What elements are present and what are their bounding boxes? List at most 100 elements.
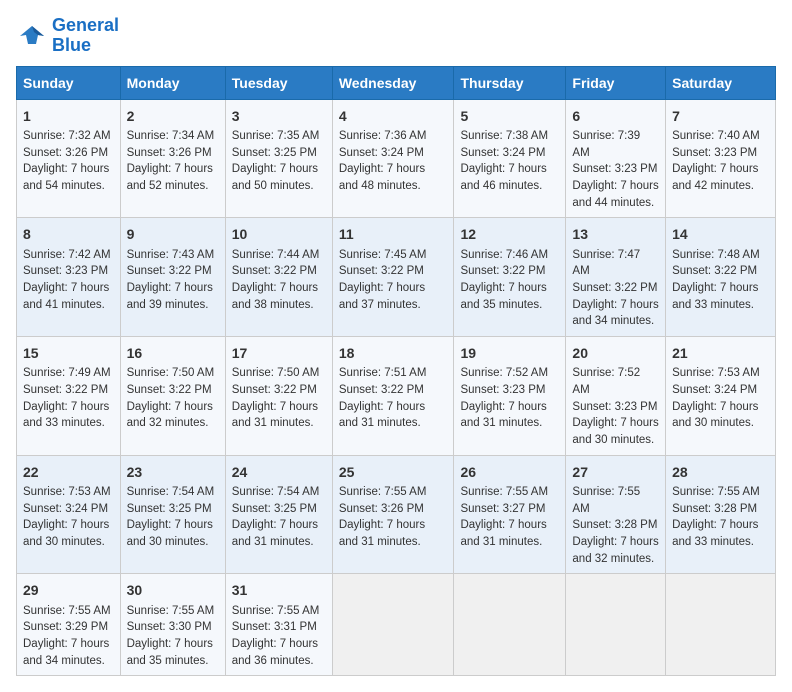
sunset-text: Sunset: 3:24 PM [460, 147, 545, 159]
calendar-cell: 20Sunrise: 7:52 AMSunset: 3:23 PMDayligh… [566, 336, 666, 455]
sunset-text: Sunset: 3:22 PM [127, 265, 212, 277]
sunset-text: Sunset: 3:27 PM [460, 503, 545, 515]
calendar-cell: 12Sunrise: 7:46 AMSunset: 3:22 PMDayligh… [454, 218, 566, 337]
daylight-text: Daylight: 7 hours and 35 minutes. [460, 282, 546, 311]
day-number: 25 [339, 462, 448, 482]
day-number: 4 [339, 106, 448, 126]
sunset-text: Sunset: 3:22 PM [460, 265, 545, 277]
daylight-text: Daylight: 7 hours and 37 minutes. [339, 282, 425, 311]
col-header-saturday: Saturday [666, 66, 776, 99]
sunrise-text: Sunrise: 7:43 AM [127, 249, 215, 261]
calendar-cell: 25Sunrise: 7:55 AMSunset: 3:26 PMDayligh… [332, 455, 454, 574]
sunset-text: Sunset: 3:28 PM [572, 519, 657, 531]
daylight-text: Daylight: 7 hours and 48 minutes. [339, 163, 425, 192]
day-number: 31 [232, 580, 326, 600]
day-number: 1 [23, 106, 114, 126]
day-number: 5 [460, 106, 559, 126]
col-header-sunday: Sunday [17, 66, 121, 99]
calendar-cell: 9 Sunrise: 7:43 AM Sunset: 3:22 PM Daylight… [120, 218, 225, 337]
week-row-4: 22Sunrise: 7:53 AMSunset: 3:24 PMDayligh… [17, 455, 776, 574]
sunset-text: Sunset: 3:31 PM [232, 621, 317, 633]
day-number: 2 [127, 106, 219, 126]
sunrise-text: Sunrise: 7:51 AM [339, 367, 427, 379]
daylight-text: Daylight: 7 hours and 33 minutes. [672, 282, 758, 311]
day-number: 29 [23, 580, 114, 600]
sunset-text: Sunset: 3:29 PM [23, 621, 108, 633]
calendar-cell: 15Sunrise: 7:49 AMSunset: 3:22 PMDayligh… [17, 336, 121, 455]
sunset-text: Sunset: 3:23 PM [23, 265, 108, 277]
daylight-text: Daylight: 7 hours and 34 minutes. [23, 638, 109, 667]
day-number: 17 [232, 343, 326, 363]
day-number: 9 [127, 224, 219, 244]
sunset-text: Sunset: 3:22 PM [232, 384, 317, 396]
daylight-text: Daylight: 7 hours and 42 minutes. [672, 163, 758, 192]
col-header-monday: Monday [120, 66, 225, 99]
calendar-cell: 21Sunrise: 7:53 AMSunset: 3:24 PMDayligh… [666, 336, 776, 455]
sunset-text: Sunset: 3:22 PM [672, 265, 757, 277]
sunrise-text: Sunrise: 7:55 AM [572, 486, 640, 515]
header: General Blue [16, 16, 776, 56]
week-row-2: 8Sunrise: 7:42 AMSunset: 3:23 PMDaylight… [17, 218, 776, 337]
sunset-text: Sunset: 3:22 PM [339, 265, 424, 277]
col-header-wednesday: Wednesday [332, 66, 454, 99]
daylight-text: Daylight: 7 hours and 30 minutes. [572, 417, 658, 446]
calendar-cell: 22Sunrise: 7:53 AMSunset: 3:24 PMDayligh… [17, 455, 121, 574]
daylight-text: Daylight: 7 hours and 31 minutes. [339, 401, 425, 430]
daylight-text: Daylight: 7 hours and 30 minutes. [23, 519, 109, 548]
day-number: 28 [672, 462, 769, 482]
sunset-text: Sunset: 3:22 PM [339, 384, 424, 396]
day-number: 12 [460, 224, 559, 244]
week-row-3: 15Sunrise: 7:49 AMSunset: 3:22 PMDayligh… [17, 336, 776, 455]
sunrise-text: Sunrise: 7:55 AM [672, 486, 760, 498]
day-number: 20 [572, 343, 659, 363]
calendar-cell [566, 574, 666, 676]
day-number: 13 [572, 224, 659, 244]
sunrise-text: Sunrise: 7:44 AM [232, 249, 320, 261]
day-number: 10 [232, 224, 326, 244]
sunset-text: Sunset: 3:23 PM [572, 401, 657, 413]
logo: General Blue [16, 16, 119, 56]
calendar-cell: 30Sunrise: 7:55 AMSunset: 3:30 PMDayligh… [120, 574, 225, 676]
calendar-cell: 10Sunrise: 7:44 AMSunset: 3:22 PMDayligh… [225, 218, 332, 337]
sunset-text: Sunset: 3:26 PM [339, 503, 424, 515]
daylight-text: Daylight: 7 hours and 54 minutes. [23, 163, 109, 192]
daylight-text: Daylight: 7 hours and 38 minutes. [232, 282, 318, 311]
sunrise-text: Sunrise: 7:35 AM [232, 130, 320, 142]
calendar-cell: 31Sunrise: 7:55 AMSunset: 3:31 PMDayligh… [225, 574, 332, 676]
daylight-text: Daylight: 7 hours and 41 minutes. [23, 282, 109, 311]
daylight-text: Daylight: 7 hours and 50 minutes. [232, 163, 318, 192]
sunrise-text: Sunrise: 7:49 AM [23, 367, 111, 379]
sunrise-text: Sunrise: 7:54 AM [232, 486, 320, 498]
calendar-cell [332, 574, 454, 676]
calendar-cell: 27Sunrise: 7:55 AMSunset: 3:28 PMDayligh… [566, 455, 666, 574]
calendar-cell: 6Sunrise: 7:39 AMSunset: 3:23 PMDaylight… [566, 99, 666, 218]
daylight-text: Daylight: 7 hours and 30 minutes. [127, 519, 213, 548]
week-row-5: 29Sunrise: 7:55 AMSunset: 3:29 PMDayligh… [17, 574, 776, 676]
sunrise-text: Sunrise: 7:55 AM [460, 486, 548, 498]
day-number: 24 [232, 462, 326, 482]
sunrise-text: Sunrise: 7:54 AM [127, 486, 215, 498]
sunset-text: Sunset: 3:24 PM [339, 147, 424, 159]
calendar-cell: 4Sunrise: 7:36 AMSunset: 3:24 PMDaylight… [332, 99, 454, 218]
sunset-text: Sunset: 3:24 PM [23, 503, 108, 515]
calendar-cell: 13Sunrise: 7:47 AMSunset: 3:22 PMDayligh… [566, 218, 666, 337]
calendar-cell: 24Sunrise: 7:54 AMSunset: 3:25 PMDayligh… [225, 455, 332, 574]
col-header-tuesday: Tuesday [225, 66, 332, 99]
daylight-text: Daylight: 7 hours and 39 minutes. [127, 282, 213, 311]
sunset-text: Sunset: 3:30 PM [127, 621, 212, 633]
sunrise-text: Sunrise: 7:50 AM [127, 367, 215, 379]
calendar-cell: 16Sunrise: 7:50 AMSunset: 3:22 PMDayligh… [120, 336, 225, 455]
day-number: 16 [127, 343, 219, 363]
daylight-text: Daylight: 7 hours and 36 minutes. [232, 638, 318, 667]
calendar-cell: 1Sunrise: 7:32 AMSunset: 3:26 PMDaylight… [17, 99, 121, 218]
calendar-cell: 17Sunrise: 7:50 AMSunset: 3:22 PMDayligh… [225, 336, 332, 455]
sunset-text: Sunset: 3:22 PM [127, 384, 212, 396]
calendar-cell: 7Sunrise: 7:40 AMSunset: 3:23 PMDaylight… [666, 99, 776, 218]
sunrise-text: Sunrise: 7:39 AM [572, 130, 640, 159]
sunrise-text: Sunrise: 7:52 AM [460, 367, 548, 379]
daylight-text: Daylight: 7 hours and 31 minutes. [460, 401, 546, 430]
calendar-cell [454, 574, 566, 676]
sunset-text: Sunset: 3:26 PM [127, 147, 212, 159]
calendar-cell: 19Sunrise: 7:52 AMSunset: 3:23 PMDayligh… [454, 336, 566, 455]
daylight-text: Daylight: 7 hours and 32 minutes. [572, 536, 658, 565]
